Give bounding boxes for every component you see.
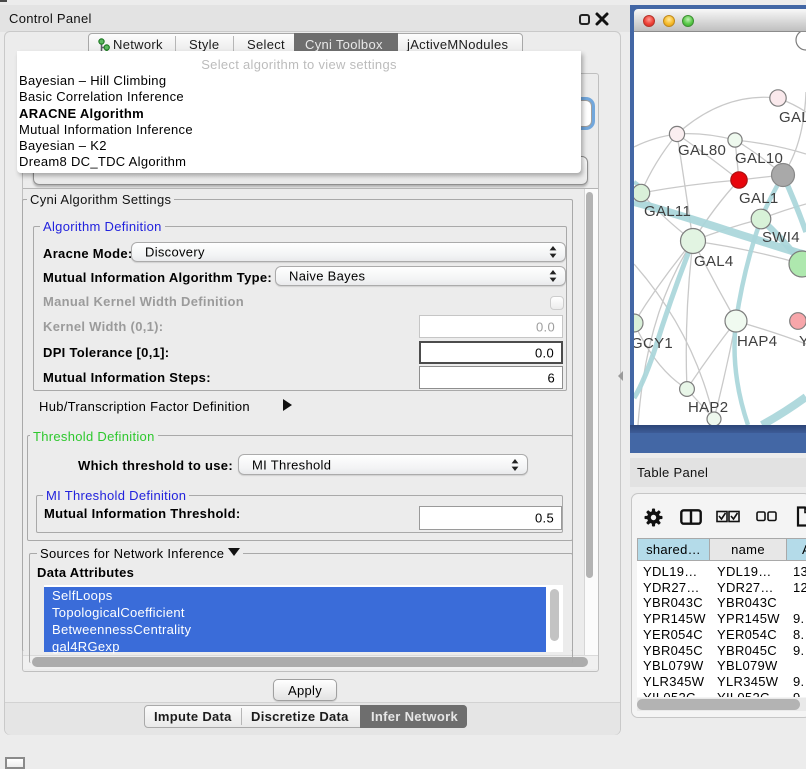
svg-text:GAL2: GAL2: [779, 109, 806, 126]
svg-text:GAL1: GAL1: [739, 190, 779, 207]
svg-text:YE: YE: [799, 333, 806, 350]
svg-text:SWI4: SWI4: [762, 229, 800, 246]
svg-text:GAL10: GAL10: [735, 150, 783, 167]
svg-text:HAP4: HAP4: [737, 333, 777, 350]
svg-text:HAP2: HAP2: [688, 399, 728, 416]
svg-text:GCY1: GCY1: [634, 335, 673, 352]
svg-text:GAL4: GAL4: [694, 253, 734, 270]
svg-text:GAL80: GAL80: [678, 142, 726, 159]
svg-text:GAL11: GAL11: [644, 203, 691, 220]
